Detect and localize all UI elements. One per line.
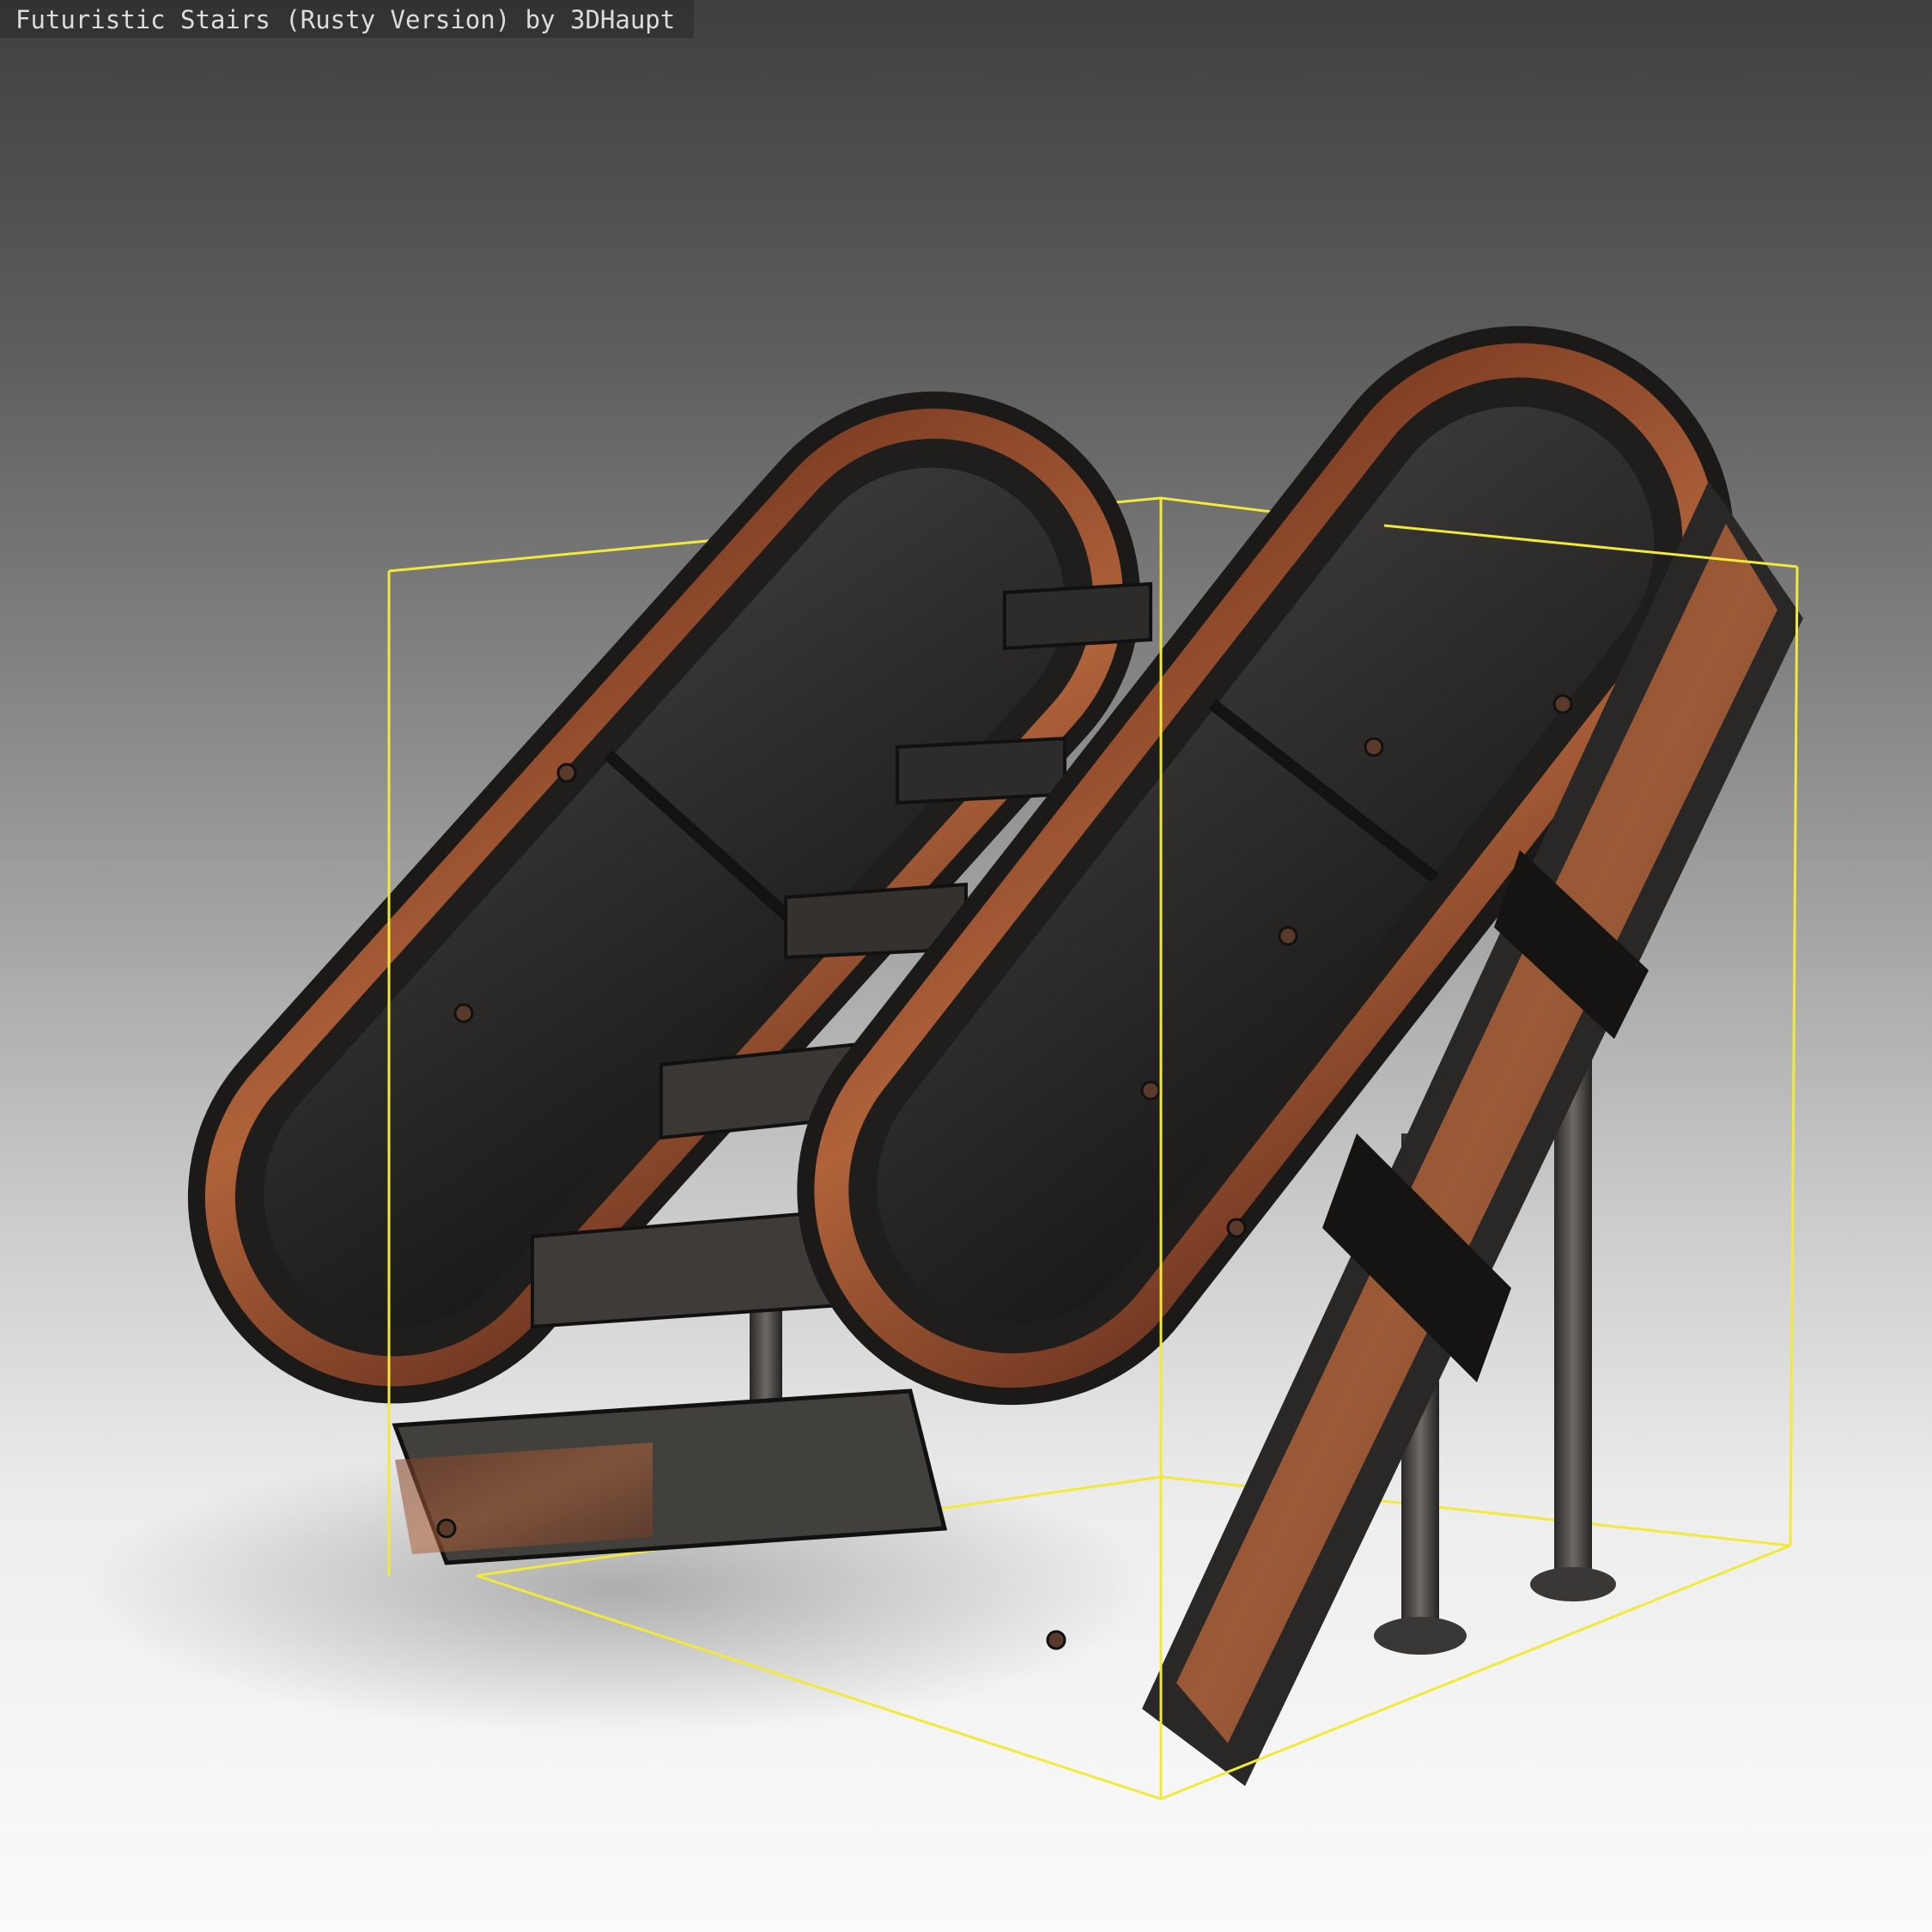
3d-viewport[interactable]: Futuristic Stairs (Rusty Version) by 3DH… bbox=[0, 0, 1932, 1932]
model-title: Futuristic Stairs (Rusty Version) by 3DH… bbox=[0, 0, 695, 38]
model-scene[interactable] bbox=[0, 0, 1932, 1932]
